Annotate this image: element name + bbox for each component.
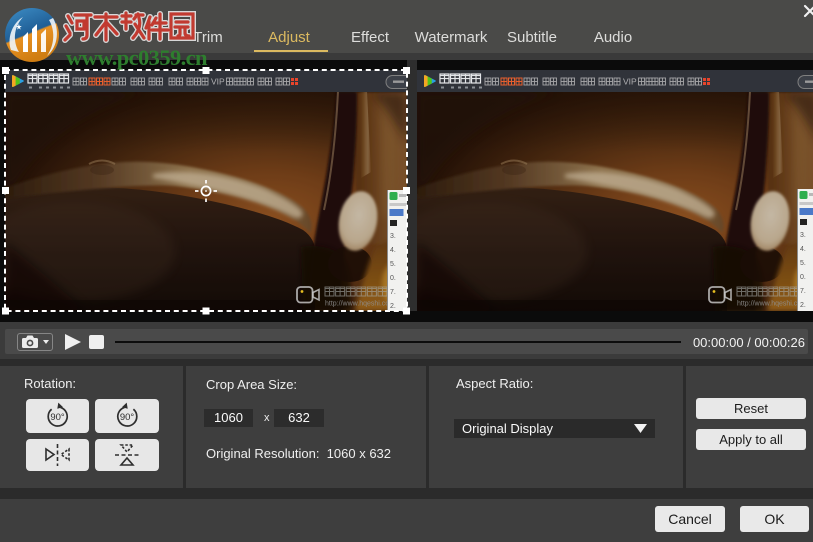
svg-text:2.: 2. (390, 303, 396, 310)
svg-text:2.: 2. (800, 302, 806, 309)
svg-text:VIP: VIP (211, 77, 225, 87)
svg-text:4.: 4. (390, 247, 396, 254)
svg-text:90°: 90° (50, 412, 65, 423)
svg-text:5.: 5. (390, 261, 396, 268)
svg-text:0.: 0. (800, 274, 806, 281)
svg-text:90°: 90° (120, 412, 135, 423)
svg-text:7.: 7. (800, 288, 806, 295)
svg-text:0.: 0. (390, 275, 396, 282)
svg-text:5.: 5. (800, 260, 806, 267)
svg-text:4.: 4. (800, 246, 806, 253)
svg-text:VIP: VIP (623, 77, 637, 87)
svg-text:7.: 7. (390, 289, 396, 296)
svg-text:3.: 3. (800, 232, 806, 239)
svg-text:3.: 3. (390, 233, 396, 240)
